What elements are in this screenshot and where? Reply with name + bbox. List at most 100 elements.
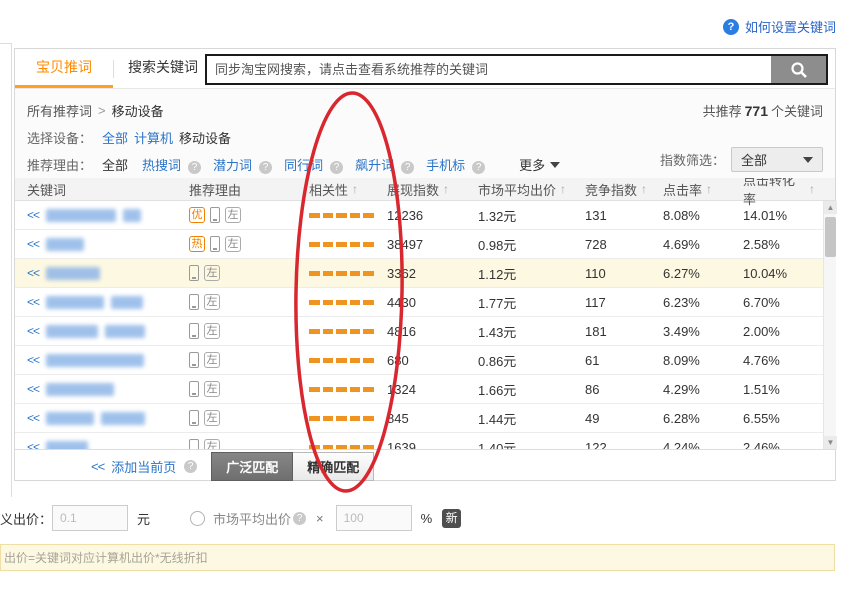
table-row[interactable]: <<优左122361.32元1318.08%14.01% [15, 201, 835, 230]
custom-bid-input[interactable] [52, 505, 128, 531]
table-row[interactable]: <<左13241.66元864.29%1.51% [15, 375, 835, 404]
help-icon[interactable]: ? [293, 512, 306, 525]
reason-option-全部[interactable]: 全部 [102, 158, 128, 173]
bid-unit-label: 元 [137, 509, 150, 528]
col-header-imp[interactable]: 展现指数↑ [377, 180, 465, 199]
relevance-bar [323, 416, 334, 421]
relevance-bar [363, 387, 374, 392]
add-page-label: 添加当前页 [111, 457, 176, 476]
more-filters-link[interactable]: 更多 [519, 155, 560, 174]
impression-cell: 3362 [377, 259, 465, 287]
breadcrumb-root[interactable]: 所有推荐词 [27, 101, 92, 120]
ctr-cell: 8.08% [649, 201, 729, 229]
add-keyword-arrows[interactable]: << [27, 324, 39, 338]
relevance-bar [309, 213, 320, 218]
col-header-reason: 推荐理由 [183, 180, 289, 199]
table-row[interactable]: <<左44301.77元1176.23%6.70% [15, 288, 835, 317]
impression-cell: 1324 [377, 375, 465, 403]
relevance-bar [363, 300, 374, 305]
add-keyword-arrows[interactable]: << [27, 353, 39, 367]
help-icon[interactable]: ? [259, 161, 272, 174]
reason-option-潜力词[interactable]: 潜力词 [213, 158, 252, 173]
tab-item-recommend[interactable]: 宝贝推词 [15, 49, 113, 88]
device-option-计算机[interactable]: 计算机 [134, 131, 173, 146]
relevance-bar [323, 242, 334, 247]
relevance-bar [309, 329, 320, 334]
reason-option-热搜词[interactable]: 热搜词 [142, 158, 181, 173]
sort-asc-icon[interactable]: ↑ [352, 182, 358, 196]
col-header-rel[interactable]: 相关性↑ [289, 180, 377, 199]
relevance-bar [323, 271, 334, 276]
phone-icon [210, 236, 220, 252]
reason-option-飙升词[interactable]: 飙升词 [355, 158, 394, 173]
add-keyword-arrows[interactable]: << [27, 382, 39, 396]
relevance-bar [363, 416, 374, 421]
device-option-移动设备[interactable]: 移动设备 [179, 131, 231, 146]
help-icon[interactable]: ? [188, 161, 201, 174]
orange-tag-badge: 热 [189, 236, 205, 252]
reason-cell: 热左 [183, 230, 289, 258]
add-keyword-arrows[interactable]: << [27, 411, 39, 425]
sort-asc-icon[interactable]: ↑ [443, 182, 449, 196]
device-option-全部[interactable]: 全部 [102, 131, 128, 146]
help-icon[interactable]: ? [472, 161, 485, 174]
col-header-price[interactable]: 市场平均出价↑ [465, 180, 571, 199]
cvr-cell: 2.58% [729, 230, 815, 258]
keyword-cell: << [15, 375, 183, 403]
help-link-label: 如何设置关键词 [745, 17, 836, 36]
add-keyword-arrows[interactable]: << [27, 237, 39, 251]
search-icon [790, 61, 808, 79]
add-keyword-arrows[interactable]: << [27, 208, 39, 222]
ctr-cell: 6.27% [649, 259, 729, 287]
sort-asc-icon[interactable]: ↑ [560, 182, 566, 196]
reason-options: 全部热搜词? 潜力词? 同行词? 飙升词? 手机标? [102, 155, 497, 174]
exact-match-button[interactable]: 精确匹配 [293, 452, 374, 481]
col-header-ctr[interactable]: 点击率↑ [649, 180, 729, 199]
help-icon[interactable]: ? [184, 460, 197, 473]
relevance-bar [323, 213, 334, 218]
relevance-bar [350, 300, 361, 305]
relevance-bar [323, 358, 334, 363]
device-options: 全部计算机移动设备 [102, 128, 245, 147]
table-scrollbar[interactable]: ▲ ▼ [823, 201, 836, 449]
reason-option-同行词[interactable]: 同行词 [284, 158, 323, 173]
table-row[interactable]: <<左33621.12元1106.27%10.04% [15, 259, 835, 288]
scroll-down-arrow[interactable]: ▼ [824, 436, 837, 449]
table-row[interactable]: <<左48161.43元1813.49%2.00% [15, 317, 835, 346]
masked-keyword [46, 354, 144, 367]
keyword-search-input[interactable] [207, 56, 771, 83]
reason-option-手机标[interactable]: 手机标 [426, 158, 465, 173]
percent-input[interactable] [336, 505, 412, 531]
scrollbar-thumb[interactable] [825, 217, 836, 257]
table-row[interactable]: <<左8451.44元496.28%6.55% [15, 404, 835, 433]
table-row[interactable]: <<左6800.86元618.09%4.76% [15, 346, 835, 375]
market-avg-radio[interactable] [190, 511, 205, 526]
search-button[interactable] [771, 56, 826, 83]
cvr-cell: 6.55% [729, 404, 815, 432]
sort-asc-icon[interactable]: ↑ [809, 182, 815, 196]
tab-search-keywords[interactable]: 搜索关键词 [114, 49, 212, 88]
add-current-page-button[interactable]: << 添加当前页 [91, 457, 176, 476]
how-to-set-keywords-link[interactable]: ? 如何设置关键词 [723, 17, 836, 36]
help-icon[interactable]: ? [330, 161, 343, 174]
add-keyword-arrows[interactable]: << [27, 440, 39, 449]
sort-asc-icon[interactable]: ↑ [706, 182, 712, 196]
table-row[interactable]: <<左16391.40元1224.24%2.46% [15, 433, 835, 449]
price-cell: 1.77元 [465, 288, 571, 316]
index-filter-dropdown[interactable]: 全部 [731, 147, 823, 172]
competition-cell: 110 [571, 259, 649, 287]
scroll-up-arrow[interactable]: ▲ [824, 201, 837, 214]
add-keyword-arrows[interactable]: << [27, 266, 39, 280]
reason-cell: 左 [183, 259, 289, 287]
help-icon[interactable]: ? [401, 161, 414, 174]
table-row[interactable]: <<热左384970.98元7284.69%2.58% [15, 230, 835, 259]
impression-cell: 12236 [377, 201, 465, 229]
keyword-cell: << [15, 317, 183, 345]
sort-asc-icon[interactable]: ↑ [641, 182, 647, 196]
broad-match-button[interactable]: 广泛匹配 [211, 452, 293, 481]
col-header-comp[interactable]: 竞争指数↑ [571, 180, 649, 199]
cvr-cell: 6.70% [729, 288, 815, 316]
gray-tag-badge: 左 [204, 323, 220, 339]
ctr-cell: 3.49% [649, 317, 729, 345]
add-keyword-arrows[interactable]: << [27, 295, 39, 309]
